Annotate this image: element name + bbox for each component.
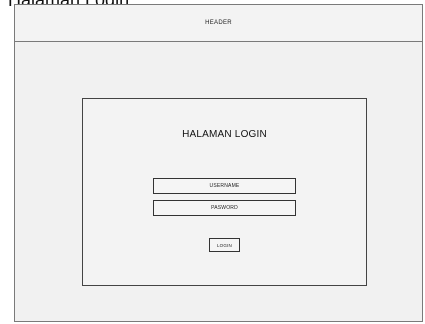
login-button[interactable]: LOGIN: [209, 238, 240, 252]
username-label: USERNAME: [209, 183, 240, 189]
login-title: HALAMAN LOGIN: [182, 129, 267, 140]
header-label: HEADER: [205, 20, 232, 26]
username-field[interactable]: USERNAME: [153, 178, 296, 194]
header-bar: HEADER: [15, 5, 422, 42]
password-label: PASWORD: [211, 205, 238, 211]
page-wireframe: HEADER HALAMAN LOGIN USERNAME PASWORD LO…: [14, 4, 423, 322]
login-button-label: LOGIN: [216, 242, 232, 248]
password-field[interactable]: PASWORD: [153, 200, 296, 216]
login-panel: HALAMAN LOGIN USERNAME PASWORD LOGIN: [82, 98, 367, 286]
